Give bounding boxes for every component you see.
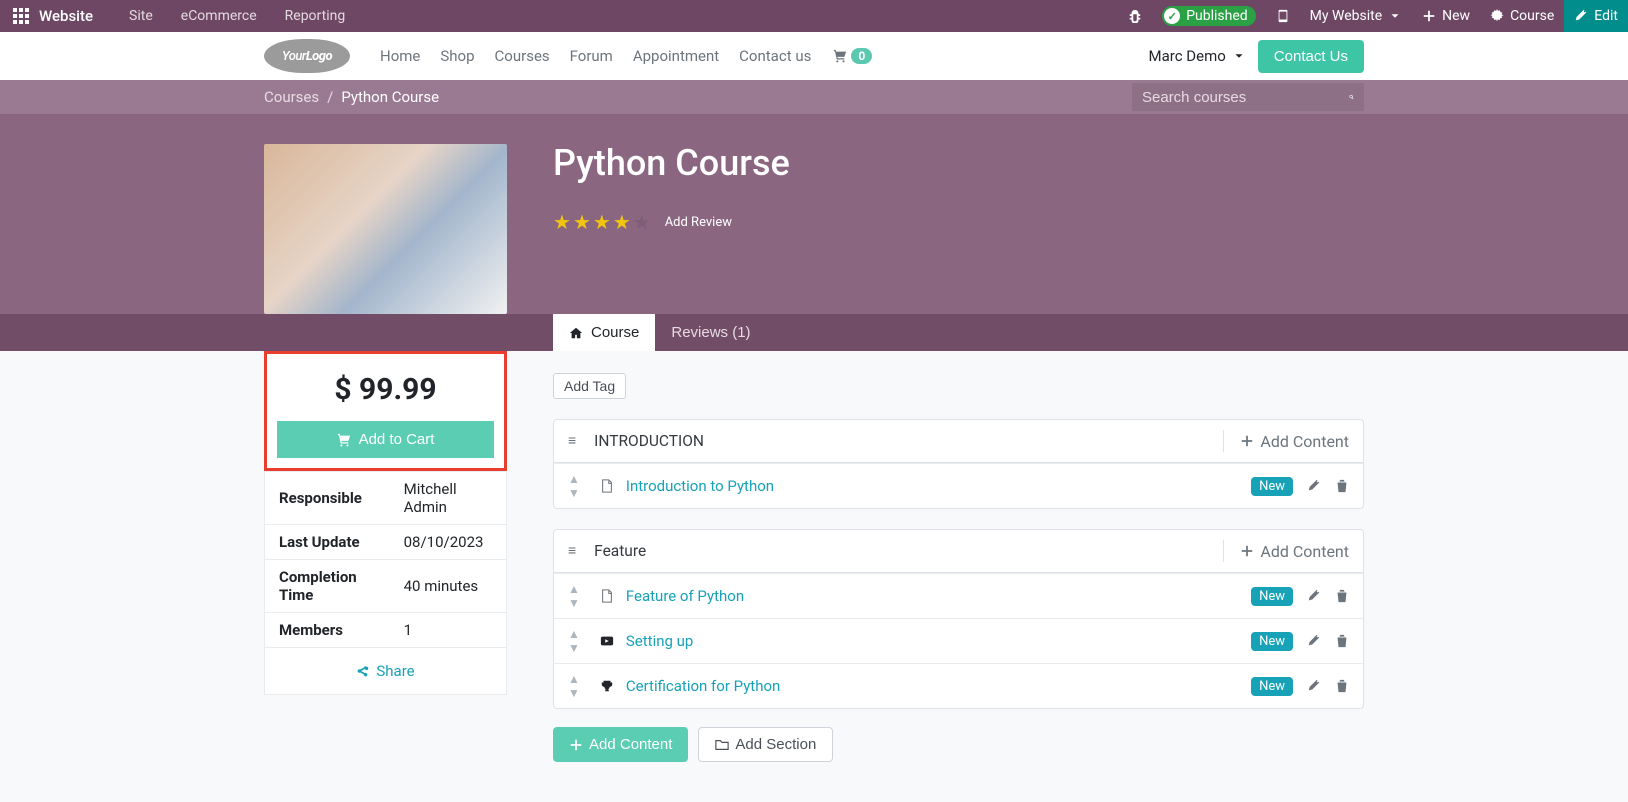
course-settings-button[interactable]: Course	[1480, 0, 1564, 32]
delete-icon[interactable]	[1335, 589, 1349, 603]
content-link[interactable]: Feature of Python	[626, 587, 744, 605]
responsible-value: Mitchell Admin	[390, 472, 506, 525]
sort-handle-icon[interactable]: ▲▼	[568, 472, 580, 500]
cart-button[interactable]: 0	[833, 48, 872, 64]
apps-icon[interactable]	[13, 8, 29, 24]
course-image	[264, 144, 507, 314]
new-badge: New	[1251, 677, 1293, 696]
document-icon	[598, 479, 616, 493]
responsible-label: Responsible	[265, 472, 390, 525]
contact-us-button[interactable]: Contact Us	[1258, 40, 1364, 73]
user-dropdown[interactable]: Marc Demo	[1149, 47, 1246, 65]
new-badge: New	[1251, 477, 1293, 496]
search-wrapper[interactable]	[1132, 83, 1364, 111]
delete-icon[interactable]	[1335, 634, 1349, 648]
content-row[interactable]: ▲▼ Setting up New	[554, 618, 1363, 663]
content-row[interactable]: ▲▼ Certification for Python New	[554, 663, 1363, 708]
nav-appointment[interactable]: Appointment	[623, 47, 729, 65]
mobile-preview-icon[interactable]	[1266, 0, 1300, 32]
members-value: 1	[390, 613, 506, 648]
app-brand[interactable]: Website	[39, 7, 115, 25]
document-icon	[598, 589, 616, 603]
nav-shop[interactable]: Shop	[430, 47, 484, 65]
content-link[interactable]: Setting up	[626, 632, 693, 650]
drag-handle-icon[interactable]: ≡	[568, 547, 576, 555]
course-title: Python Course	[553, 142, 790, 184]
sort-handle-icon[interactable]: ▲▼	[568, 582, 580, 610]
trophy-icon	[598, 679, 616, 693]
logo[interactable]: YourLogo	[264, 39, 350, 73]
search-input[interactable]	[1142, 89, 1341, 106]
edit-icon[interactable]	[1307, 479, 1321, 493]
add-tag-button[interactable]: Add Tag	[553, 373, 626, 399]
bug-icon[interactable]	[1118, 0, 1152, 32]
video-icon	[598, 634, 616, 648]
sort-handle-icon[interactable]: ▲▼	[568, 627, 580, 655]
completion-label: Completion Time	[265, 560, 390, 613]
content-row[interactable]: ▲▼ Introduction to Python New	[554, 463, 1363, 508]
add-section-button[interactable]: Add Section	[698, 727, 833, 762]
cart-count: 0	[851, 48, 872, 64]
add-content-button[interactable]: Add Content	[1223, 430, 1349, 452]
last-update-value: 08/10/2023	[390, 525, 506, 560]
folder-icon	[715, 738, 729, 752]
share-button[interactable]: Share	[265, 647, 506, 694]
breadcrumb-current: Python Course	[341, 88, 439, 106]
edit-icon[interactable]	[1307, 634, 1321, 648]
price: $ 99.99	[277, 364, 494, 421]
admin-menu-ecommerce[interactable]: eCommerce	[167, 8, 271, 24]
delete-icon[interactable]	[1335, 479, 1349, 493]
edit-button[interactable]: Edit	[1564, 0, 1628, 32]
admin-menu-reporting[interactable]: Reporting	[271, 8, 360, 24]
rating-stars: ★★★★★	[553, 212, 651, 232]
my-website-dropdown[interactable]: My Website	[1300, 0, 1412, 32]
plus-icon	[569, 738, 583, 752]
add-content-footer-button[interactable]: Add Content	[553, 727, 688, 762]
add-to-cart-button[interactable]: Add to Cart	[277, 421, 494, 458]
new-badge: New	[1251, 587, 1293, 606]
content-link[interactable]: Certification for Python	[626, 677, 780, 695]
edit-icon[interactable]	[1307, 589, 1321, 603]
last-update-label: Last Update	[265, 525, 390, 560]
nav-forum[interactable]: Forum	[560, 47, 623, 65]
content-link[interactable]: Introduction to Python	[626, 477, 774, 495]
plus-icon	[1240, 544, 1254, 558]
nav-courses[interactable]: Courses	[485, 47, 560, 65]
admin-menu-site[interactable]: Site	[115, 8, 167, 24]
drag-handle-icon[interactable]: ≡	[568, 437, 576, 445]
section-title: Feature	[594, 542, 646, 560]
nav-home[interactable]: Home	[370, 47, 430, 65]
plus-icon	[1240, 434, 1254, 448]
new-button[interactable]: New	[1412, 0, 1480, 32]
add-review-link[interactable]: Add Review	[665, 215, 732, 230]
published-label: Published	[1186, 8, 1247, 24]
cart-icon	[337, 433, 351, 447]
delete-icon[interactable]	[1335, 679, 1349, 693]
price-card: $ 99.99 Add to Cart	[264, 351, 507, 471]
section-title: INTRODUCTION	[594, 432, 704, 450]
nav-contact[interactable]: Contact us	[729, 47, 821, 65]
tab-reviews[interactable]: Reviews (1)	[655, 314, 766, 351]
share-icon	[356, 664, 370, 678]
new-badge: New	[1251, 632, 1293, 651]
breadcrumb-parent[interactable]: Courses	[264, 88, 319, 106]
add-content-button[interactable]: Add Content	[1223, 540, 1349, 562]
published-toggle[interactable]: ✓Published	[1162, 6, 1255, 26]
completion-value: 40 minutes	[390, 560, 506, 613]
home-icon	[569, 326, 583, 340]
tab-course[interactable]: Course	[553, 314, 655, 351]
content-row[interactable]: ▲▼ Feature of Python New	[554, 573, 1363, 618]
search-icon[interactable]	[1349, 90, 1354, 104]
members-label: Members	[265, 613, 390, 648]
edit-icon[interactable]	[1307, 679, 1321, 693]
sort-handle-icon[interactable]: ▲▼	[568, 672, 580, 700]
